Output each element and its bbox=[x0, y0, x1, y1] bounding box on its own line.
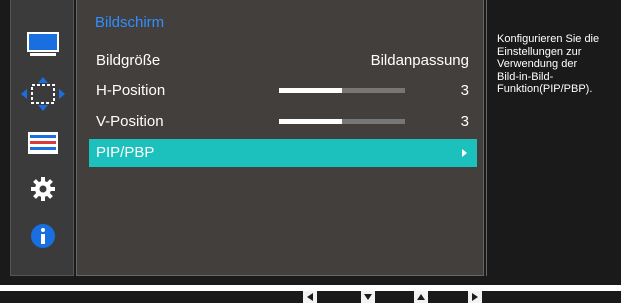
menu-item-value: 3 bbox=[460, 113, 469, 130]
help-text: Konfigurieren Sie die Einstellungen zur … bbox=[497, 33, 600, 95]
menu-item-bildgroesse[interactable]: Bildgröße Bildanpassung bbox=[89, 47, 477, 75]
color-bars-icon[interactable] bbox=[19, 128, 66, 158]
monitor-icon[interactable] bbox=[19, 30, 66, 60]
menu-item-v-position[interactable]: V-Position 3 bbox=[89, 108, 477, 136]
v-position-slider[interactable] bbox=[279, 119, 405, 124]
right-arrow-icon[interactable] bbox=[468, 291, 482, 303]
menu-item-h-position[interactable]: H-Position 3 bbox=[89, 77, 477, 105]
menu-item-pip-pbp[interactable]: PIP/PBP bbox=[89, 139, 477, 167]
submenu-arrow-icon bbox=[462, 149, 467, 157]
osd-window: Bildschirm Bildgröße Bildanpassung H-Pos… bbox=[0, 0, 621, 285]
sidebar bbox=[10, 0, 74, 276]
menu-title: Bildschirm bbox=[95, 14, 165, 31]
menu-item-value: Bildanpassung bbox=[370, 52, 469, 69]
move-arrows-icon[interactable] bbox=[19, 77, 66, 111]
menu-panel: Bildschirm Bildgröße Bildanpassung H-Pos… bbox=[76, 0, 484, 276]
footer-bar bbox=[0, 291, 621, 303]
up-arrow-icon[interactable] bbox=[414, 291, 428, 303]
slider-fill bbox=[279, 88, 342, 93]
menu-item-label: PIP/PBP bbox=[96, 144, 155, 161]
slider-fill bbox=[279, 119, 342, 124]
menu-item-label: V-Position bbox=[96, 113, 164, 130]
down-arrow-icon[interactable] bbox=[361, 291, 375, 303]
menu-item-value: 3 bbox=[460, 82, 469, 99]
menu-item-label: Bildgröße bbox=[96, 52, 161, 69]
gear-icon[interactable] bbox=[19, 174, 66, 204]
help-panel: Konfigurieren Sie die Einstellungen zur … bbox=[486, 0, 621, 276]
info-icon[interactable] bbox=[19, 221, 66, 251]
h-position-slider[interactable] bbox=[279, 88, 405, 93]
menu-item-label: H-Position bbox=[96, 82, 166, 99]
left-arrow-icon[interactable] bbox=[303, 291, 317, 303]
